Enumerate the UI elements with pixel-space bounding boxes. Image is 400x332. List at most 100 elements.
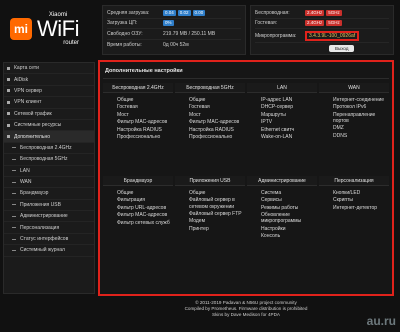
dash-icon [12,158,16,160]
link-system[interactable]: Система [261,190,317,196]
sidebar-subitem-interfaces[interactable]: Статус интерфейсов [4,234,94,246]
link-professional[interactable]: Профессионально [189,134,245,140]
wireless-label: Беспроводная: [255,9,290,16]
link-settings[interactable]: Настройки [261,226,317,232]
link-bridge[interactable]: Мост [117,112,173,118]
sidebar-item-network-map[interactable]: Карта сети [4,63,94,75]
link-buttons-led[interactable]: Кнопки/LED [333,190,389,196]
header-wireless-5[interactable]: Беспроводная 5GHz [175,83,245,93]
logout-button[interactable]: Выход [329,44,355,52]
header-admin[interactable]: Администрирование [247,176,317,186]
link-wol[interactable]: Wake-on-LAN [261,134,317,140]
sidebar-subitem-wireless-5[interactable]: Беспроводная 5GHz [4,154,94,166]
footer-line-3: Skins by Dave Medison for 4PDA [212,312,280,318]
sidebar-subitem-firewall[interactable]: Брандмауэр [4,188,94,200]
sidebar-item-vpn-client[interactable]: VPN клиент [4,97,94,109]
cpu-avg-15: 0.00 [192,9,206,16]
link-iptv[interactable]: IPTV [261,119,317,125]
header-wan[interactable]: WAN [319,83,389,93]
vpn-client-icon [7,100,10,104]
firmware-version: 3.4.3.9L-100_0926af [305,30,360,41]
page-title: Дополнительные настройки [103,65,389,79]
link-general[interactable]: Общие [189,97,245,103]
advanced-settings-panel: Дополнительные настройки Беспроводная 2.… [98,60,394,296]
sidebar-nav: Карта сети AiDisk VPN сервер VPN клиент … [3,62,95,294]
ram-value: 219.79 MB / 250.11 MB [163,30,216,37]
sidebar-item-traffic[interactable]: Сетевой трафик [4,109,94,120]
dash-icon [12,204,16,206]
link-ftp[interactable]: Файловый сервер FTP [189,211,245,217]
link-ipv6[interactable]: Протокол IPv6 [333,104,389,110]
dash-icon [12,249,16,251]
link-internet-detector[interactable]: Интернет-детектор [333,205,389,211]
sidebar-item-aidisk[interactable]: AiDisk [4,74,94,86]
link-internet[interactable]: Интернет-соединение [333,97,389,103]
cpu-avg-5: 0.02 [177,9,191,16]
sidebar-subitem-usb[interactable]: Приложения USB [4,200,94,212]
sidebar-subitem-wireless-24[interactable]: Беспроводная 2.4GHz [4,143,94,155]
link-dhcp[interactable]: DHCP-сервер [261,104,317,110]
link-smb[interactable]: Файловый сервер в сетевом окружении [189,197,245,209]
link-mac-filter[interactable]: Фильтр MAC-адресов [189,119,245,125]
dash-icon [12,192,16,194]
links-admin: Система Сервисы Режимы работы Обновление… [247,186,317,241]
link-lan-ip[interactable]: IP-адрес LAN [261,97,317,103]
settings-grid-top: Беспроводная 2.4GHz Беспроводная 5GHz LA… [103,83,389,174]
sidebar-item-label: Беспроводная 5GHz [20,156,68,163]
links-wireless-5: Общие Гостевая Мост Фильтр MAC-адресов Н… [175,93,245,174]
link-guest[interactable]: Гостевая [117,104,173,110]
firmware-label: Микропрограмма: [255,32,297,39]
wireless-5-chip[interactable]: 5GHz [326,9,342,16]
header-wireless-24[interactable]: Беспроводная 2.4GHz [103,83,173,93]
resources-icon [7,123,10,127]
link-scripts[interactable]: Скрипты [333,197,389,203]
link-general[interactable]: Общие [189,190,245,196]
link-port-forward[interactable]: Перенаправление портов [333,112,389,124]
sidebar-item-label: Администрирование [20,213,68,220]
link-firmware-update[interactable]: Обновление микропрограммы [261,212,317,224]
system-status-panel: Средняя загрузка: 0.04 0.02 0.00 Загрузк… [102,5,246,55]
link-dmz[interactable]: DMZ [333,125,389,131]
links-usb: Общие Файловый сервер в сетевом окружени… [175,186,245,241]
sidebar-item-label: Брандмауэр [20,190,49,197]
cpu-average-label: Средняя загрузка: [107,9,150,16]
link-guest[interactable]: Гостевая [189,104,245,110]
sidebar-subitem-syslog[interactable]: Системный журнал [4,245,94,257]
link-professional[interactable]: Профессионально [117,134,173,140]
guest-24-chip[interactable]: 2.4GHz [305,20,325,27]
link-service-filter[interactable]: Фильтр сетевых служб [117,220,173,226]
link-general[interactable]: Общие [117,97,173,103]
link-radius[interactable]: Настройка RADIUS [189,127,245,133]
sidebar-item-resources[interactable]: Системные ресурсы [4,120,94,132]
header-usb[interactable]: Приложения USB [175,176,245,186]
guest-5-chip[interactable]: 5GHz [326,20,342,27]
link-filtering[interactable]: Фильтрация [117,197,173,203]
link-mac-filter[interactable]: Фильтр MAC-адресов [117,119,173,125]
link-radius[interactable]: Настройка RADIUS [117,127,173,133]
link-bridge[interactable]: Мост [189,112,245,118]
wireless-24-chip[interactable]: 2.4GHz [305,9,325,16]
link-printer[interactable]: Принтер [189,226,245,232]
sidebar-item-vpn-server[interactable]: VPN сервер [4,86,94,98]
link-url-filter[interactable]: Фильтр URL-адресов [117,205,173,211]
sidebar-item-label: WAN [20,179,32,186]
link-ddns[interactable]: DDNS [333,133,389,139]
sidebar-item-advanced[interactable]: Дополнительно [4,131,94,143]
link-switch[interactable]: Ethernet свитч [261,127,317,133]
link-modes[interactable]: Режимы работы [261,205,317,211]
link-general[interactable]: Общие [117,190,173,196]
link-console[interactable]: Консоль [261,233,317,239]
sidebar-subitem-admin[interactable]: Администрирование [4,211,94,223]
header-firewall[interactable]: Брандмауэр [103,176,173,186]
link-routes[interactable]: Маршруты [261,112,317,118]
sidebar-subitem-personalization[interactable]: Персонализация [4,222,94,234]
link-mac-filter[interactable]: Фильтр MAC-адресов [117,212,173,218]
link-modem[interactable]: Модем [189,218,245,224]
network-map-icon [7,66,10,70]
header-lan[interactable]: LAN [247,83,317,93]
sidebar-item-label: VPN клиент [14,99,42,106]
link-services[interactable]: Сервисы [261,197,317,203]
sidebar-subitem-wan[interactable]: WAN [4,177,94,189]
header-personalization[interactable]: Персонализация [319,176,389,186]
sidebar-subitem-lan[interactable]: LAN [4,166,94,177]
